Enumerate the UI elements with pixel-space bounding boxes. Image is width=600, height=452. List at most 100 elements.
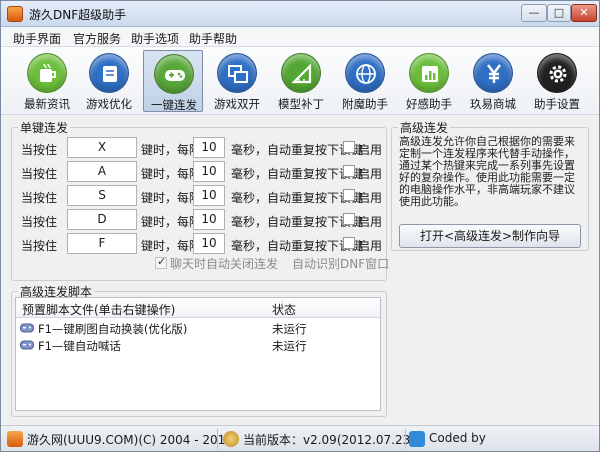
- tool-dual-open[interactable]: 游戏双开: [207, 50, 267, 112]
- key-input[interactable]: S: [67, 185, 137, 206]
- globe-icon: [345, 53, 385, 93]
- tool-news[interactable]: 最新资讯: [17, 50, 77, 112]
- interval-input[interactable]: 10: [193, 185, 225, 206]
- key-input[interactable]: A: [67, 161, 137, 182]
- single-repeat-title: 单键连发: [20, 121, 69, 135]
- repeat-row: 当按住 F 键时，每隔 10 毫秒，自动重复按下该键 启用: [21, 233, 401, 255]
- toolbar: 最新资讯 游戏优化 一键连发 游戏双开 模型补丁 附魔助手 好感助手 玖易商城 …: [1, 47, 599, 115]
- tool-enchant-label: 附魔助手: [342, 97, 388, 111]
- copyright-text: 游久网(UUU9.COM)(C) 2004 - 2012: [27, 433, 233, 447]
- windows-icon: [217, 53, 257, 93]
- menu-item-help[interactable]: 助手帮助: [189, 30, 237, 47]
- gear-icon: [537, 53, 577, 93]
- gamepad-icon: [20, 323, 34, 333]
- tool-settings-label: 助手设置: [534, 97, 580, 111]
- hold-label: 当按住: [21, 239, 58, 253]
- repeat-row: 当按住 D 键时，每隔 10 毫秒，自动重复按下该键 启用: [21, 209, 401, 231]
- version-icon: [223, 431, 239, 447]
- hold-label: 当按住: [21, 143, 58, 157]
- repeat-row: 当按住 S 键时，每隔 10 毫秒，自动重复按下该键 启用: [21, 185, 401, 207]
- repeat-row: 当按住 X 键时，每隔 10 毫秒，自动重复按下该键 启用: [21, 137, 401, 159]
- chat-auto-close-checkbox[interactable]: [155, 255, 167, 269]
- interval-input[interactable]: 10: [193, 209, 225, 230]
- maximize-button[interactable]: □: [547, 4, 571, 22]
- interval-input[interactable]: 10: [193, 161, 225, 182]
- interval-prefix-label: 键时，每隔: [141, 191, 202, 205]
- hold-label: 当按住: [21, 215, 58, 229]
- chart-icon: [409, 53, 449, 93]
- tool-model-patch-label: 模型补丁: [278, 97, 324, 111]
- enable-checkbox[interactable]: [343, 141, 355, 153]
- interval-prefix-label: 键时，每隔: [141, 215, 202, 229]
- tool-enchant[interactable]: 附魔助手: [335, 50, 395, 112]
- enable-checkbox[interactable]: [343, 165, 355, 177]
- column-status[interactable]: 状态: [272, 301, 296, 318]
- interval-input[interactable]: 10: [193, 233, 225, 254]
- enable-label: 启用: [358, 239, 383, 253]
- auto-detect-label: 自动识别DNF窗口: [292, 257, 390, 271]
- gamepad-icon: [154, 54, 194, 94]
- tool-mall[interactable]: 玖易商城: [463, 50, 523, 112]
- yen-icon: [473, 53, 513, 93]
- cup-icon: [27, 53, 67, 93]
- app-logo-icon: [7, 6, 23, 22]
- interval-prefix-label: 键时，每隔: [141, 143, 202, 157]
- script-row[interactable]: F1—键刷图自动换装(优化版) 未运行: [16, 320, 380, 336]
- tool-settings[interactable]: 助手设置: [527, 50, 587, 112]
- enable-label: 启用: [358, 215, 383, 229]
- repeat-row: 当按住 A 键时，每隔 10 毫秒，自动重复按下该键 启用: [21, 161, 401, 183]
- menu-bar: 助手界面 官方服务 助手选项 助手帮助: [1, 27, 599, 47]
- tool-news-label: 最新资讯: [24, 97, 70, 111]
- title-bar[interactable]: 游久DNF超级助手 — □ ✕: [1, 1, 599, 27]
- script-status: 未运行: [272, 322, 307, 336]
- enable-label: 启用: [358, 191, 383, 205]
- enable-checkbox[interactable]: [343, 189, 355, 201]
- coded-by-text: Coded by: [429, 431, 486, 445]
- enable-label: 启用: [358, 143, 383, 157]
- version-text: 当前版本：v2.09(2012.07.23): [243, 433, 415, 447]
- hold-label: 当按住: [21, 167, 58, 181]
- uuu9-logo-icon: [7, 431, 23, 447]
- coded-by-icon: [409, 431, 425, 447]
- tool-mall-label: 玖易商城: [470, 97, 516, 111]
- scripts-list[interactable]: 预置脚本文件(单击右键操作) 状态 F1—键刷图自动换装(优化版) 未运行 F1—键…: [15, 297, 381, 411]
- enable-checkbox[interactable]: [343, 213, 355, 225]
- script-status: 未运行: [272, 339, 307, 353]
- chat-auto-close-label: 聊天时自动关闭连发: [170, 257, 279, 271]
- advanced-description: 高级连发允许你自己根据你的需要来定制一个连发程序来代替手动操作，通过某个热键来完…: [399, 135, 575, 208]
- advanced-repeat-title: 高级连发: [400, 121, 449, 135]
- triangle-icon: [281, 53, 321, 93]
- menu-item-options[interactable]: 助手选项: [131, 30, 179, 47]
- menu-item-official-service[interactable]: 官方服务: [73, 30, 121, 47]
- interval-prefix-label: 键时，每隔: [141, 239, 202, 253]
- script-name: F1—键刷图自动换装(优化版): [38, 322, 188, 336]
- key-input[interactable]: X: [67, 137, 137, 158]
- tool-key-repeat-label: 一键连发: [151, 98, 197, 112]
- key-input[interactable]: F: [67, 233, 137, 254]
- close-button[interactable]: ✕: [571, 4, 597, 22]
- gamepad-icon: [20, 340, 34, 350]
- script-name: F1—键自动喊话: [38, 339, 121, 353]
- tool-key-repeat[interactable]: 一键连发: [143, 50, 203, 112]
- minimize-button[interactable]: —: [521, 4, 547, 22]
- open-advanced-wizard-button[interactable]: 打开<高级连发>制作向导: [399, 224, 581, 248]
- tool-favor[interactable]: 好感助手: [399, 50, 459, 112]
- scroll-icon: [89, 53, 129, 93]
- tool-game-optimize[interactable]: 游戏优化: [79, 50, 139, 112]
- status-bar: 游久网(UUU9.COM)(C) 2004 - 2012 当前版本：v2.09(…: [1, 425, 599, 451]
- enable-checkbox[interactable]: [343, 237, 355, 249]
- column-file[interactable]: 预置脚本文件(单击右键操作): [22, 301, 175, 318]
- tool-model-patch[interactable]: 模型补丁: [271, 50, 331, 112]
- tool-dual-open-label: 游戏双开: [214, 97, 260, 111]
- enable-label: 启用: [358, 167, 383, 181]
- tool-favor-label: 好感助手: [406, 97, 452, 111]
- interval-prefix-label: 键时，每隔: [141, 167, 202, 181]
- key-input[interactable]: D: [67, 209, 137, 230]
- hold-label: 当按住: [21, 191, 58, 205]
- script-row[interactable]: F1—键自动喊话 未运行: [16, 337, 380, 353]
- menu-item-assistant-ui[interactable]: 助手界面: [13, 30, 61, 47]
- tool-game-optimize-label: 游戏优化: [86, 97, 132, 111]
- window-title: 游久DNF超级助手: [29, 8, 127, 22]
- scripts-list-header: 预置脚本文件(单击右键操作) 状态: [16, 298, 380, 318]
- interval-input[interactable]: 10: [193, 137, 225, 158]
